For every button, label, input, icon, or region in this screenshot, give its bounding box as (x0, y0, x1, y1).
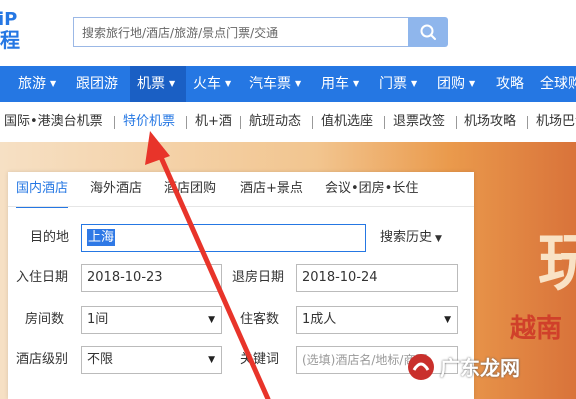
guests-value: 1成人 (302, 312, 337, 327)
hotel-star-select[interactable]: 不限 ▼ (81, 346, 222, 374)
subnav-divider (527, 116, 528, 129)
watermark-text: 广东龙网 (440, 356, 520, 380)
nav-label: 汽车票 (249, 76, 291, 92)
nav-label: 旅游 (18, 76, 46, 92)
destination-value: 上海 (87, 229, 116, 246)
subnav-divider (456, 116, 457, 129)
rooms-label: 房间数 (25, 312, 65, 327)
nav-label: 团购 (437, 76, 465, 92)
flight-subnav: 国际•港澳台机票 特价机票 机+酒 航班动态 值机选座 退票改签 机场攻略 机场… (0, 102, 576, 143)
nav-label: 全球购 (540, 76, 576, 92)
tab-hotel-attraction[interactable]: 酒店+景点 (240, 172, 303, 206)
hotel-star-label: 酒店级别 (16, 352, 69, 367)
nav-item-group-tour[interactable]: 跟团游 (76, 66, 118, 102)
header: iP 程 (0, 0, 576, 62)
logo-text-bottom: 程 (0, 28, 20, 52)
hotel-search-panel: 国内酒店 海外酒店 酒店团购 酒店+景点 会议•团房•长住 目的地 上海 搜索历… (8, 172, 474, 399)
subnav-item-discount-flights[interactable]: 特价机票 (123, 102, 175, 142)
nav-item-train[interactable]: 火车 ▼ (193, 66, 231, 102)
nav-item-group-buy[interactable]: 团购 ▼ (437, 66, 475, 102)
subnav-item-flight-status[interactable]: 航班动态 (249, 102, 301, 142)
watermark-logo-icon (408, 354, 434, 380)
subnav-item-checkin-seat[interactable]: 值机选座 (321, 102, 373, 142)
chevron-down-icon: ▼ (469, 79, 476, 88)
rooms-value: 1间 (87, 312, 109, 327)
main-nav: 旅游 ▼ 跟团游 机票 ▼ 火车 ▼ 汽车票 ▼ 用车 ▼ 门票 ▼ 团购 ▼ 攻略 全球购 (0, 66, 576, 102)
search-history-label: 搜索历史 (380, 230, 433, 245)
checkin-label: 入住日期 (16, 270, 69, 285)
search-box[interactable] (73, 17, 409, 47)
nav-item-global-shop[interactable]: 全球购 (540, 66, 576, 102)
subnav-item-flight-hotel[interactable]: 机+酒 (195, 102, 232, 142)
nav-item-guide[interactable]: 攻略 (496, 66, 524, 102)
logo-text-top: iP (0, 9, 18, 30)
caret-down-icon: ▼ (435, 234, 442, 244)
nav-label: 机票 (137, 76, 165, 92)
subnav-item-airport-bus[interactable]: 机场巴士 (536, 102, 576, 142)
guests-label: 住客数 (240, 312, 280, 327)
chevron-down-icon: ▼ (169, 79, 176, 88)
subnav-divider (114, 116, 115, 129)
nav-item-car[interactable]: 用车 ▼ (321, 66, 359, 102)
checkin-date-value: 2018-10-23 (87, 270, 163, 285)
subnav-divider (240, 116, 241, 129)
subnav-divider (312, 116, 313, 129)
chevron-down-icon: ▼ (353, 79, 360, 88)
chevron-down-icon: ▼ (50, 79, 57, 88)
subnav-item-intl-flights[interactable]: 国际•港澳台机票 (4, 102, 103, 142)
nav-label: 用车 (321, 76, 349, 92)
nav-label: 攻略 (496, 76, 524, 92)
subnav-divider (384, 116, 385, 129)
caret-down-icon: ▼ (208, 355, 215, 365)
search-history-dropdown[interactable]: 搜索历史 ▼ (380, 224, 442, 252)
rooms-select[interactable]: 1间 ▼ (81, 306, 222, 334)
nav-label: 火车 (193, 76, 221, 92)
checkin-date-field[interactable]: 2018-10-23 (81, 264, 222, 292)
tab-meeting-group-longstay[interactable]: 会议•团房•长住 (325, 172, 418, 206)
search-icon (420, 24, 436, 40)
destination-label: 目的地 (30, 230, 70, 245)
chevron-down-icon: ▼ (225, 79, 232, 88)
banner-subheadline: 越南 (510, 314, 563, 344)
tab-overseas-hotel[interactable]: 海外酒店 (90, 172, 142, 206)
guests-select[interactable]: 1成人 ▼ (296, 306, 458, 334)
nav-item-tickets[interactable]: 门票 ▼ (379, 66, 417, 102)
search-button[interactable] (408, 17, 448, 47)
chevron-down-icon: ▼ (295, 79, 302, 88)
subnav-item-refund-change[interactable]: 退票改签 (393, 102, 445, 142)
nav-label: 跟团游 (76, 76, 118, 92)
search-input[interactable] (80, 19, 404, 47)
nav-item-flights[interactable]: 机票 ▼ (130, 66, 186, 102)
destination-field[interactable]: 上海 (81, 224, 366, 252)
checkout-date-value: 2018-10-24 (302, 270, 378, 285)
caret-down-icon: ▼ (444, 315, 451, 325)
tab-domestic-hotel[interactable]: 国内酒店 (16, 172, 69, 208)
caret-down-icon: ▼ (208, 315, 215, 325)
checkout-label: 退房日期 (232, 270, 285, 285)
tabs-divider (8, 206, 474, 207)
site-logo[interactable]: iP 程 (0, 8, 40, 52)
banner-headline: 玩 (538, 226, 576, 299)
watermark: 广东龙网 (408, 348, 520, 388)
nav-label: 门票 (379, 76, 407, 92)
hotel-star-value: 不限 (87, 352, 114, 367)
nav-item-bus[interactable]: 汽车票 ▼ (249, 66, 301, 102)
checkout-date-field[interactable]: 2018-10-24 (296, 264, 458, 292)
keyword-label: 关键词 (240, 352, 280, 367)
chevron-down-icon: ▼ (411, 79, 418, 88)
nav-item-tourism[interactable]: 旅游 ▼ (0, 66, 66, 102)
tab-hotel-group-buy[interactable]: 酒店团购 (164, 172, 216, 206)
subnav-item-airport-guide[interactable]: 机场攻略 (464, 102, 516, 142)
subnav-divider (186, 116, 187, 129)
